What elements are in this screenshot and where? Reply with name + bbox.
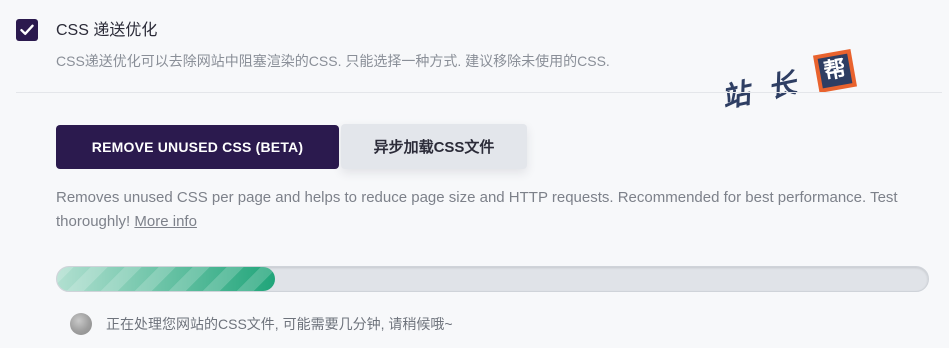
watermark-char-2: 长: [764, 66, 800, 105]
progress-fill: [57, 267, 275, 291]
divider: [16, 92, 942, 93]
css-delivery-checkbox[interactable]: [16, 19, 38, 41]
watermark-logo: 站 长 帮: [718, 46, 868, 126]
status-text: 正在处理您网站的CSS文件, 可能需要几分钟, 请稍候哦~: [106, 316, 453, 332]
more-info-link[interactable]: More info: [134, 213, 197, 230]
checkmark-icon: [20, 24, 34, 35]
watermark-badge-char: 帮: [817, 53, 853, 89]
mode-description: Removes unused CSS per page and helps to…: [56, 186, 936, 234]
status-indicator-icon: [70, 313, 92, 335]
remove-unused-css-button[interactable]: REMOVE UNUSED CSS (BETA): [56, 125, 339, 169]
option-title: CSS 递送优化: [56, 22, 158, 39]
watermark-badge: 帮: [812, 48, 858, 94]
settings-panel: CSS 递送优化 CSS递送优化可以去除网站中阻塞渲染的CSS. 只能选择一种方…: [0, 0, 949, 348]
watermark-char-1: 站: [718, 76, 754, 115]
async-css-button[interactable]: 异步加载CSS文件: [341, 124, 527, 169]
progress-bar: [56, 266, 929, 292]
option-description: CSS递送优化可以去除网站中阻塞渲染的CSS. 只能选择一种方式. 建议移除未使…: [56, 53, 610, 69]
